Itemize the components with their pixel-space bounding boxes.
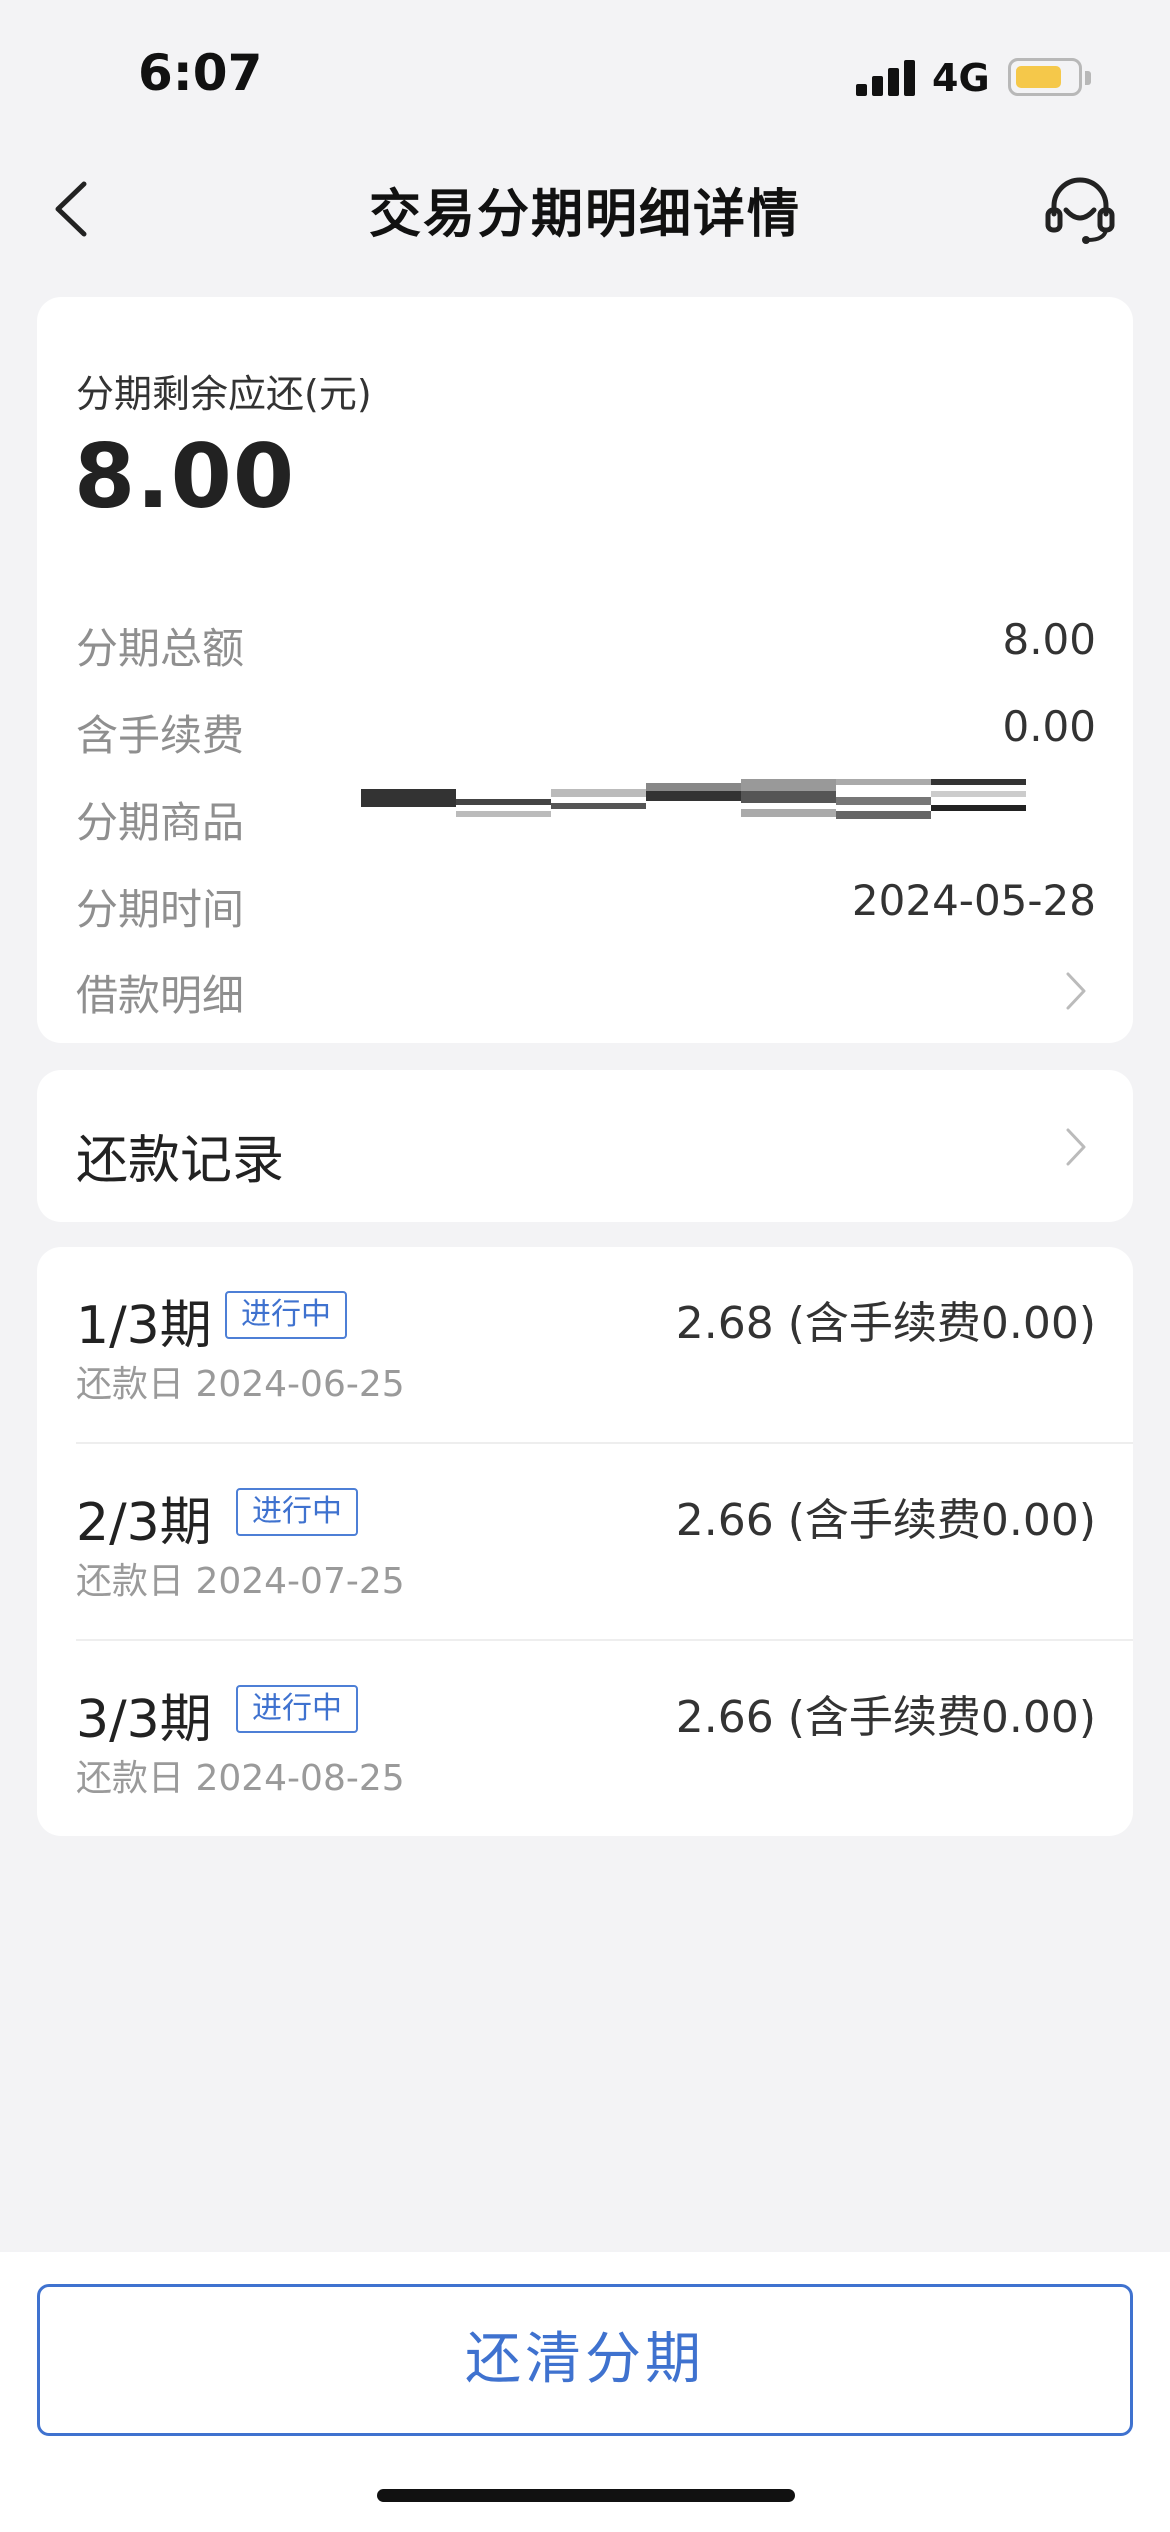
plan-period: 3/3期 — [76, 1690, 212, 1750]
total-row: 分期总额 8.00 — [76, 615, 1096, 675]
status-bar: 6:07 4G — [0, 0, 1170, 150]
installment-plan-card: 1/3期 进行中 2.68 (含手续费0.00) 还款日 2024-06-25 … — [37, 1247, 1133, 1836]
repayment-record-label: 还款记录 — [76, 1131, 285, 1191]
plan-amount: 2.68 (含手续费0.00) — [675, 1298, 1096, 1349]
plan-due-date: 还款日 2024-07-25 — [76, 1561, 405, 1602]
installment-summary-card: 分期剩余应还(元) 8.00 分期总额 8.00 含手续费 0.00 分期商品 — [37, 297, 1133, 1043]
plan-amount: 2.66 (含手续费0.00) — [675, 1495, 1096, 1546]
headset-icon — [1045, 177, 1115, 244]
fee-row: 含手续费 0.00 — [76, 702, 1096, 762]
plan-item[interactable]: 1/3期 进行中 2.68 (含手续费0.00) 还款日 2024-06-25 — [37, 1247, 1133, 1444]
signal-icon — [856, 60, 918, 96]
status-badge: 进行中 — [236, 1488, 358, 1536]
time-label: 分期时间 — [76, 885, 245, 934]
loan-detail-label: 借款明细 — [76, 971, 245, 1020]
nav-bar: 交易分期明细详情 — [0, 150, 1170, 270]
total-value: 8.00 — [1002, 615, 1096, 664]
plan-item[interactable]: 3/3期 进行中 2.66 (含手续费0.00) 还款日 2024-08-25 — [37, 1641, 1133, 1838]
network-label: 4G — [932, 56, 990, 100]
time-value: 2024-05-28 — [851, 876, 1096, 925]
chevron-right-icon — [1066, 1128, 1086, 1166]
plan-period: 2/3期 — [76, 1493, 212, 1553]
plan-period: 1/3期 — [76, 1296, 212, 1356]
page-title: 交易分期明细详情 — [368, 185, 801, 245]
product-label: 分期商品 — [76, 798, 245, 847]
home-indicator — [377, 2489, 795, 2502]
redacted-product-name — [361, 779, 1026, 819]
plan-due-date: 还款日 2024-06-25 — [76, 1364, 405, 1405]
time-row: 分期时间 2024-05-28 — [76, 876, 1096, 936]
product-row: 分期商品 — [76, 779, 1096, 849]
total-label: 分期总额 — [76, 624, 245, 673]
plan-amount: 2.66 (含手续费0.00) — [675, 1692, 1096, 1743]
status-badge: 进行中 — [225, 1291, 347, 1339]
plan-due-date: 还款日 2024-08-25 — [76, 1758, 405, 1799]
repayment-record-row[interactable]: 还款记录 — [37, 1070, 1133, 1222]
battery-icon — [1008, 58, 1091, 96]
plan-item[interactable]: 2/3期 进行中 2.66 (含手续费0.00) 还款日 2024-07-25 — [37, 1444, 1133, 1641]
loan-detail-row[interactable]: 借款明细 — [76, 962, 1096, 1022]
chevron-right-icon — [1066, 972, 1086, 1010]
status-badge: 进行中 — [236, 1685, 358, 1733]
fee-value: 0.00 — [1002, 702, 1096, 751]
remaining-amount: 8.00 — [74, 425, 296, 528]
pay-off-installment-button[interactable]: 还清分期 — [37, 2284, 1133, 2436]
fee-label: 含手续费 — [76, 711, 245, 760]
status-time: 6:07 — [138, 44, 263, 102]
remaining-label: 分期剩余应还(元) — [76, 372, 372, 416]
customer-service-button[interactable] — [1040, 170, 1120, 250]
